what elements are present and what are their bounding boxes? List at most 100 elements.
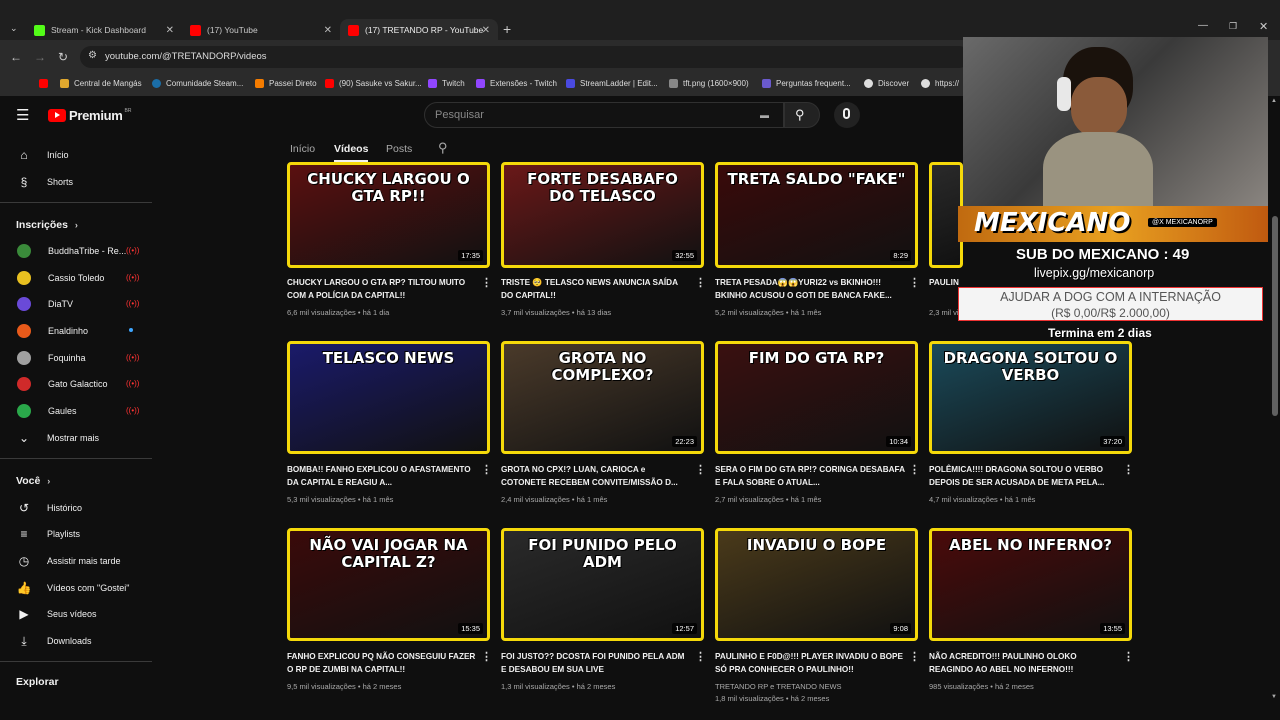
video-thumbnail[interactable]: DRAGONA SOLTOU O VERBO 37:20 xyxy=(929,341,1132,454)
your-videos-icon: ▶ xyxy=(19,607,29,621)
more-options-icon[interactable]: ⋮ xyxy=(695,276,706,289)
channel-search-icon[interactable]: ⚲ xyxy=(438,140,448,156)
scroll-down-icon[interactable]: ▼ xyxy=(1271,694,1277,700)
close-icon[interactable]: ✕ xyxy=(166,25,174,36)
minimize-icon[interactable]: — xyxy=(1198,20,1208,31)
forward-icon[interactable]: → xyxy=(34,50,46,64)
tab-title: Stream - Kick Dashboard xyxy=(51,25,146,35)
show-more-button[interactable]: ⌄ Mostrar mais xyxy=(16,429,99,447)
video-title[interactable]: FANHO EXPLICOU PQ NÃO CONSEGUIU FAZER O … xyxy=(287,650,477,676)
video-thumbnail[interactable]: NÃO VAI JOGAR NA CAPITAL Z? 15:35 xyxy=(287,528,490,641)
bookmark[interactable]: (90) Sasuke vs Sakur... xyxy=(325,79,422,88)
more-options-icon[interactable]: ⋮ xyxy=(481,463,492,476)
page-scrollbar[interactable] xyxy=(1272,216,1278,416)
divider xyxy=(0,661,152,662)
subscriptions-header[interactable]: Inscrições › xyxy=(16,219,78,231)
video-thumbnail[interactable]: FOI PUNIDO PELO ADM 12:57 xyxy=(501,528,704,641)
video-thumbnail[interactable]: FIM DO GTA RP? 10:34 xyxy=(715,341,918,454)
video-thumbnail[interactable]: INVADIU O BOPE 9:08 xyxy=(715,528,918,641)
tab-search-icon[interactable]: ⌄ xyxy=(10,23,18,34)
voice-search-button[interactable] xyxy=(834,102,860,128)
more-options-icon[interactable]: ⋮ xyxy=(1123,650,1134,663)
video-title[interactable]: FOI JUSTO?? DCOSTA FOI PUNIDO PELA ADM E… xyxy=(501,650,691,676)
bookmark[interactable]: https:// xyxy=(921,79,959,88)
sidebar-item-downloads[interactable]: ⤓ Downloads xyxy=(16,632,91,650)
tab-videos[interactable]: Vídeos xyxy=(334,143,368,155)
sidebar-item-playlists[interactable]: ≡ Playlists xyxy=(16,525,80,543)
bookmark[interactable]: Central de Mangás xyxy=(60,79,142,88)
video-thumbnail[interactable]: FORTE DESABAFO DO TELASCO 32:55 xyxy=(501,162,704,268)
video-title[interactable]: TRETA PESADA😱😱YURI22 vs BKINHO!!! BKINHO… xyxy=(715,276,905,302)
sidebar-item-home[interactable]: ⌂ Início xyxy=(16,146,68,164)
sidebar-item-watch-later[interactable]: ◷ Assistir mais tarde xyxy=(16,552,121,570)
address-bar[interactable]: ⚙ youtube.com/@TRETANDORP/videos xyxy=(80,46,970,68)
maximize-icon[interactable]: ❐ xyxy=(1229,21,1237,32)
close-icon[interactable]: ✕ xyxy=(482,25,490,36)
more-options-icon[interactable]: ⋮ xyxy=(909,276,920,289)
bookmark[interactable]: Extensões - Twitch xyxy=(476,79,557,88)
video-title[interactable]: NÃO ACREDITO!!! PAULINHO OLOKO REAGINDO … xyxy=(929,650,1119,676)
scroll-up-icon[interactable]: ▲ xyxy=(1271,98,1277,104)
site-info-icon[interactable]: ⚙ xyxy=(88,50,97,61)
tab-home[interactable]: Início xyxy=(290,143,315,155)
video-thumbnail[interactable]: TRETA SALDO "FAKE" 8:29 xyxy=(715,162,918,268)
sidebar-item-subscription[interactable]: Gaules xyxy=(16,402,77,420)
bookmark[interactable]: Discover xyxy=(864,79,909,88)
sidebar-item-shorts[interactable]: § Shorts xyxy=(16,173,73,191)
video-title[interactable]: PAULINHO E F0D@!!! PLAYER INVADIU O BOPE… xyxy=(715,650,905,676)
new-tab-icon[interactable]: + xyxy=(503,21,511,37)
apps-icon[interactable] xyxy=(39,79,48,88)
bookmark[interactable]: StreamLadder | Edit... xyxy=(566,79,658,88)
video-title[interactable]: PAULINHO OLOKO EXPLICOU SEU PD NA BRASI.… xyxy=(929,276,959,289)
sidebar-item-subscription[interactable]: Enaldinho xyxy=(16,322,88,340)
more-options-icon[interactable]: ⋮ xyxy=(1123,463,1134,476)
back-icon[interactable]: ← xyxy=(10,50,22,64)
sidebar-item-subscription[interactable]: BuddhaTribe - Re... xyxy=(16,242,126,260)
more-options-icon[interactable]: ⋮ xyxy=(695,650,706,663)
search-input[interactable]: Pesquisar ▬ xyxy=(424,102,784,128)
more-options-icon[interactable]: ⋮ xyxy=(909,650,920,663)
sidebar-item-subscription[interactable]: Foquinha xyxy=(16,349,86,367)
video-duration: 17:35 xyxy=(458,250,483,261)
search-button[interactable]: ⚲ xyxy=(784,102,820,128)
bookmark[interactable]: tft.png (1600×900) xyxy=(669,79,749,88)
sidebar-item-subscription[interactable]: DiaTV xyxy=(16,295,73,313)
more-options-icon[interactable]: ⋮ xyxy=(695,463,706,476)
window-close-icon[interactable]: ✕ xyxy=(1259,20,1268,33)
video-thumbnail[interactable]: ABEL NO INFERNO? 13:55 xyxy=(929,528,1132,641)
tab-posts[interactable]: Posts xyxy=(386,143,412,155)
sub-counter: SUB DO MEXICANO : 49 xyxy=(1016,246,1190,263)
tab-kick-dashboard[interactable]: Stream - Kick Dashboard ✕ xyxy=(26,19,182,41)
video-title[interactable]: SERA O FIM DO GTA RP!? CORINGA DESABAFA … xyxy=(715,463,905,489)
video-thumbnail[interactable]: GROTA NO COMPLEXO? 22:23 xyxy=(501,341,704,454)
avatar xyxy=(17,271,31,285)
video-duration: 9:08 xyxy=(890,623,911,634)
keyboard-icon[interactable]: ▬ xyxy=(760,110,769,120)
bookmark[interactable]: Twitch xyxy=(428,79,465,88)
video-thumbnail[interactable]: TELASCO NEWS xyxy=(287,341,490,454)
sidebar-item-your-videos[interactable]: ▶ Seus vídeos xyxy=(16,605,96,623)
more-options-icon[interactable]: ⋮ xyxy=(481,276,492,289)
sidebar-item-subscription[interactable]: Cassio Toledo xyxy=(16,269,104,287)
more-options-icon[interactable]: ⋮ xyxy=(909,463,920,476)
video-title[interactable]: POLÊMICA!!!! DRAGONA SOLTOU O VERBO DEPO… xyxy=(929,463,1119,489)
tab-youtube[interactable]: (17) YouTube ✕ xyxy=(182,19,340,41)
bookmark[interactable]: Passei Direto xyxy=(255,79,317,88)
sidebar-item-history[interactable]: ↺ Histórico xyxy=(16,499,82,517)
bookmark[interactable]: Comunidade Steam... xyxy=(152,79,243,88)
sidebar-item-subscription[interactable]: Gato Galactico xyxy=(16,375,108,393)
more-options-icon[interactable]: ⋮ xyxy=(481,650,492,663)
tab-tretando-rp[interactable]: (17) TRETANDO RP - YouTube ✕ xyxy=(340,19,498,41)
video-title[interactable]: CHUCKY LARGOU O GTA RP? TILTOU MUITO COM… xyxy=(287,276,477,302)
sidebar-item-liked[interactable]: 👍 Vídeos com "Gostei" xyxy=(16,579,130,597)
youtube-logo[interactable]: Premium BR xyxy=(48,108,131,123)
video-title[interactable]: TRISTE 🥺 TELASCO NEWS ANUNCIA SAÍDA DO C… xyxy=(501,276,691,302)
close-icon[interactable]: ✕ xyxy=(324,25,332,36)
video-title[interactable]: GROTA NO CPX!? LUAN, CARIOCA e COTONETE … xyxy=(501,463,691,489)
you-header[interactable]: Você › xyxy=(16,475,50,487)
video-thumbnail[interactable]: CHUCKY LARGOU O GTA RP!! 17:35 xyxy=(287,162,490,268)
bookmark[interactable]: Perguntas frequent... xyxy=(762,79,851,88)
video-title[interactable]: BOMBA!! FANHO EXPLICOU O AFASTAMENTO DA … xyxy=(287,463,477,489)
reload-icon[interactable]: ↻ xyxy=(58,50,68,64)
menu-icon[interactable]: ☰ xyxy=(16,106,29,124)
